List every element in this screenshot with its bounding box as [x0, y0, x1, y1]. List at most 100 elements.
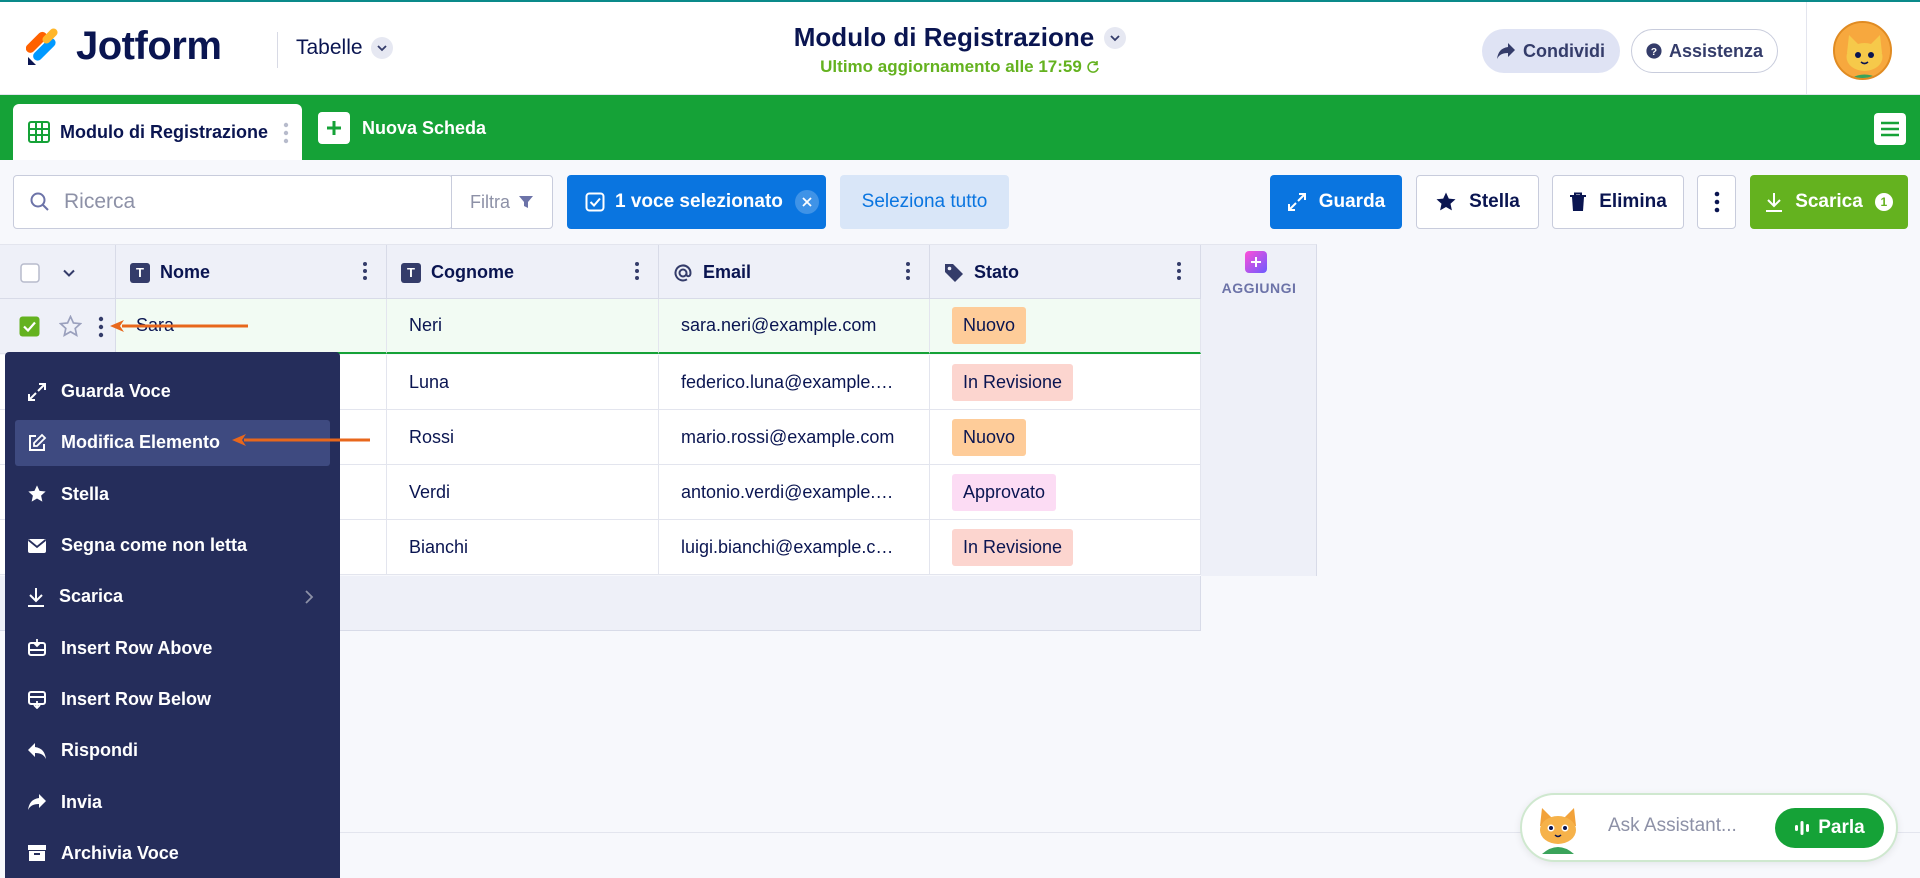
- column-label: Email: [703, 262, 752, 282]
- cell-email[interactable]: sara.neri@example.com: [659, 299, 930, 354]
- funnel-icon: [519, 196, 533, 208]
- header-divider: [277, 32, 278, 68]
- share-button[interactable]: Condividi: [1482, 29, 1620, 73]
- header-checkbox[interactable]: [20, 262, 40, 283]
- expand-icon: [1287, 193, 1306, 211]
- sheet-tab-bar: Modulo di Registrazione Nuova Scheda: [0, 95, 1920, 160]
- hamburger-menu-icon[interactable]: [1874, 113, 1906, 145]
- text-type-icon: T: [401, 262, 421, 283]
- search-input[interactable]: [64, 190, 394, 214]
- menu-item-view-entry[interactable]: Guarda Voce: [5, 366, 340, 417]
- forward-icon: [28, 794, 46, 811]
- insert-below-icon: [28, 691, 46, 710]
- cell-cognome[interactable]: Neri: [387, 299, 659, 354]
- talk-button[interactable]: Parla: [1775, 808, 1884, 848]
- column-menu-icon[interactable]: [362, 261, 368, 281]
- download-icon: [28, 587, 44, 607]
- row-context-menu: Guarda Voce Modifica Elemento Stella Seg…: [5, 352, 340, 878]
- new-tab-label: Nuova Scheda: [362, 117, 487, 138]
- cell-stato[interactable]: Nuovo: [930, 299, 1201, 354]
- menu-item-label: Segna come non letta: [61, 535, 248, 556]
- last-update-text: Ultimo aggiornamento alle 17:59: [820, 57, 1082, 76]
- chevron-down-icon[interactable]: [62, 266, 76, 280]
- menu-item-star[interactable]: Stella: [5, 469, 340, 520]
- logo-text: Jotform: [76, 24, 222, 68]
- chevron-right-icon: [305, 590, 314, 604]
- column-label: Stato: [974, 262, 1019, 282]
- cell-stato[interactable]: In Revisione: [930, 520, 1201, 575]
- reply-icon: [28, 742, 46, 759]
- filter-label: Filtra: [470, 191, 510, 212]
- cell-cognome[interactable]: Luna: [387, 355, 659, 410]
- menu-item-label: Modifica Elemento: [61, 432, 221, 453]
- cell-stato[interactable]: In Revisione: [930, 355, 1201, 410]
- menu-item-label: Stella: [61, 483, 110, 504]
- add-column-button[interactable]: AGGIUNGI: [1201, 244, 1317, 576]
- cell-email[interactable]: luigi.bianchi@example.c…: [659, 520, 930, 575]
- status-badge: In Revisione: [952, 363, 1074, 401]
- clear-selection-icon[interactable]: [794, 190, 819, 214]
- menu-item-download[interactable]: Scarica: [5, 571, 340, 622]
- checkbox-checked-icon: [585, 192, 605, 212]
- tab-registration-form[interactable]: Modulo di Registrazione: [13, 104, 302, 160]
- add-column-label: AGGIUNGI: [1221, 280, 1297, 296]
- star-button[interactable]: Stella: [1416, 175, 1539, 229]
- column-label: Nome: [160, 262, 211, 282]
- column-header-stato[interactable]: Stato: [930, 245, 1201, 300]
- column-header-nome[interactable]: T Nome: [116, 245, 387, 300]
- menu-item-reply[interactable]: Rispondi: [5, 725, 340, 776]
- column-menu-icon[interactable]: [905, 261, 911, 281]
- refresh-icon[interactable]: [1086, 60, 1100, 74]
- assistant-cat-icon[interactable]: [1528, 798, 1588, 858]
- assistant-input[interactable]: [1608, 815, 1758, 837]
- download-button[interactable]: Scarica 1: [1750, 175, 1908, 229]
- delete-button[interactable]: Elimina: [1552, 175, 1684, 229]
- column-menu-icon[interactable]: [1176, 261, 1182, 281]
- new-tab-button[interactable]: Nuova Scheda: [318, 112, 486, 144]
- form-title-dropdown[interactable]: Modulo di Registrazione: [794, 22, 1127, 53]
- cell-cognome[interactable]: Verdi: [387, 465, 659, 520]
- talk-label: Parla: [1818, 817, 1865, 838]
- more-options-button[interactable]: [1697, 175, 1736, 229]
- column-header-cognome[interactable]: T Cognome: [387, 245, 659, 300]
- help-button[interactable]: ? Assistenza: [1631, 29, 1778, 73]
- search-icon: [30, 192, 49, 211]
- view-button[interactable]: Guarda: [1270, 175, 1402, 229]
- tab-options-icon[interactable]: [283, 122, 289, 144]
- select-all-button[interactable]: Seleziona tutto: [840, 175, 1009, 229]
- filter-button[interactable]: Filtra: [451, 175, 553, 229]
- share-arrow-icon: [1497, 43, 1515, 59]
- cat-avatar-icon: [1835, 23, 1890, 78]
- menu-item-label: Insert Row Above: [61, 637, 213, 658]
- jotform-logo[interactable]: Jotform: [26, 24, 222, 69]
- user-avatar[interactable]: [1833, 21, 1892, 80]
- menu-item-label: Archivia Voce: [61, 842, 179, 863]
- cell-stato[interactable]: Nuovo: [930, 410, 1201, 465]
- voice-wave-icon: [1795, 821, 1810, 835]
- cell-stato[interactable]: Approvato: [930, 465, 1201, 520]
- row-checkbox-checked[interactable]: [19, 316, 40, 337]
- menu-item-insert-row-below[interactable]: Insert Row Below: [5, 674, 340, 725]
- star-icon: [28, 485, 46, 502]
- menu-item-insert-row-above[interactable]: Insert Row Above: [5, 622, 340, 673]
- cell-email[interactable]: antonio.verdi@example.…: [659, 465, 930, 520]
- row-menu-icon[interactable]: [98, 316, 104, 338]
- selected-count-pill[interactable]: 1 voce selezionato: [567, 175, 826, 229]
- cell-email[interactable]: federico.luna@example.…: [659, 355, 930, 410]
- last-update-status: Ultimo aggiornamento alle 17:59: [820, 57, 1100, 77]
- star-outline-icon[interactable]: [59, 315, 82, 338]
- cell-cognome[interactable]: Rossi: [387, 410, 659, 465]
- cell-cognome[interactable]: Bianchi: [387, 520, 659, 575]
- star-label: Stella: [1469, 191, 1520, 212]
- view-label: Guarda: [1318, 191, 1386, 212]
- menu-item-send[interactable]: Invia: [5, 776, 340, 827]
- column-header-email[interactable]: Email: [659, 245, 930, 300]
- cell-email[interactable]: mario.rossi@example.com: [659, 410, 930, 465]
- tables-dropdown[interactable]: Tabelle: [296, 36, 393, 60]
- menu-item-archive[interactable]: Archivia Voce: [5, 828, 340, 878]
- vertical-dots-icon: [1714, 191, 1719, 213]
- column-menu-icon[interactable]: [634, 261, 640, 281]
- menu-item-mark-unread[interactable]: Segna come non letta: [5, 520, 340, 571]
- chevron-down-icon: [370, 37, 393, 59]
- question-icon: ?: [1646, 43, 1662, 59]
